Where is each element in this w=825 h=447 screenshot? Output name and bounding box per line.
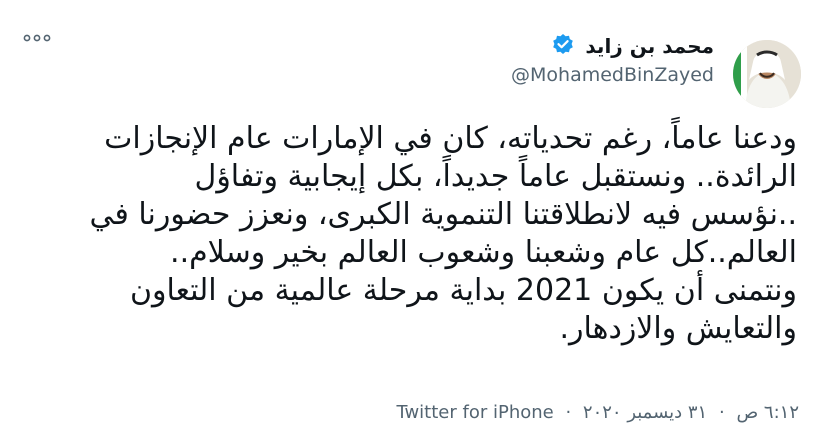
more-options-icon[interactable]	[22, 30, 52, 46]
tweet-text-line: ونتمنى أن يكون 2021 بداية مرحلة عالمية م…	[129, 273, 797, 308]
tweet-text: ودعنا عاماً، رغم تحدياته، كان في الإمارا…	[27, 120, 798, 348]
tweet-source-link[interactable]: Twitter for iPhone	[396, 402, 553, 423]
tweet: محمد بن زايد @MohamedBinZayed ودعنا عاما…	[0, 0, 825, 447]
meta-separator: ·	[565, 402, 572, 423]
tweet-meta: ٦:١٢ ص · ٣١ ديسمبر ٢٠٢٠ · Twitter for iP…	[396, 402, 799, 423]
tweet-text-line: الرائدة.. ونستقبل عاماً جديداً، بكل إيجا…	[194, 159, 797, 194]
meta-separator: ·	[718, 402, 725, 423]
tweet-text-line: ..نؤسس فيه لانطلاقتنا التنموية الكبرى، و…	[89, 197, 798, 232]
tweet-date[interactable]: ٣١ ديسمبر ٢٠٢٠	[583, 402, 707, 423]
verified-badge-icon	[553, 34, 573, 54]
tweet-text-line: ودعنا عاماً، رغم تحدياته، كان في الإمارا…	[104, 121, 797, 156]
author-handle[interactable]: @MohamedBinZayed	[511, 64, 714, 86]
author-avatar[interactable]	[733, 40, 801, 108]
tweet-text-line: والتعايش والازدهار.	[559, 311, 797, 346]
tweet-text-line: العالم..كل عام وشعبنا وشعوب العالم بخير …	[170, 235, 797, 270]
author-name[interactable]: محمد بن زايد	[585, 34, 714, 58]
tweet-time[interactable]: ٦:١٢ ص	[736, 402, 799, 423]
